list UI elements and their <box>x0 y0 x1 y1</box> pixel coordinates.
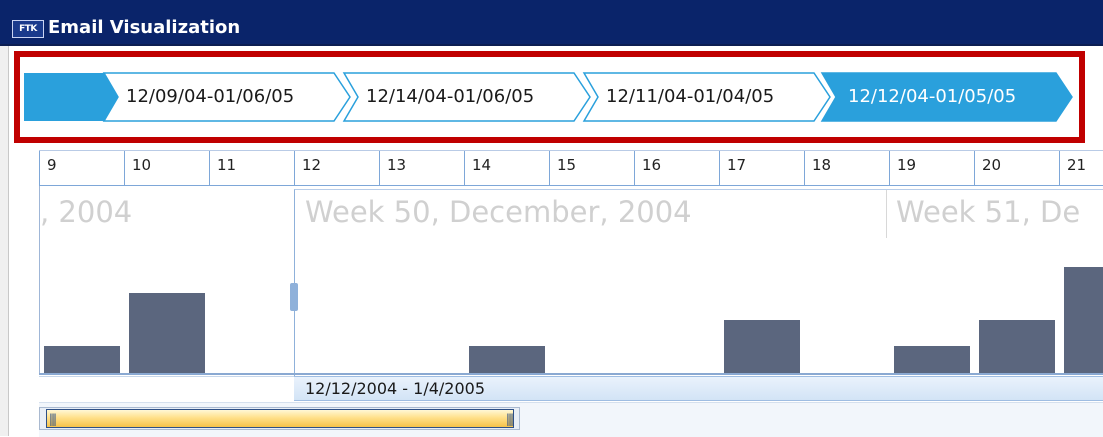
breadcrumb-label-2: 12/14/04-01/06/05 <box>366 86 535 107</box>
day-cell[interactable]: 13 <box>379 151 464 185</box>
scroll-grip-right-icon: ||| <box>505 412 514 426</box>
volume-bar[interactable] <box>894 346 970 373</box>
day-cell[interactable]: 9 <box>39 151 124 185</box>
chart-baseline <box>39 373 1103 375</box>
breadcrumb-item-root[interactable] <box>24 73 122 121</box>
volume-bar[interactable] <box>979 320 1055 373</box>
day-cell[interactable]: 16 <box>634 151 719 185</box>
day-cell[interactable]: 19 <box>889 151 974 185</box>
selection-drag-handle[interactable] <box>290 283 298 311</box>
ftk-logo-icon: FTK <box>12 20 44 38</box>
volume-bar[interactable] <box>724 320 800 373</box>
volume-bar[interactable] <box>44 346 120 373</box>
volume-bar[interactable] <box>1064 267 1103 373</box>
day-cell[interactable]: 12 <box>294 151 379 185</box>
left-frame <box>0 46 8 436</box>
day-cell[interactable]: 21 <box>1059 151 1103 185</box>
breadcrumb-label-3: 12/11/04-01/04/05 <box>606 86 775 107</box>
day-header-row: 9 10 11 12 13 14 15 16 17 18 19 20 21 <box>39 150 1103 187</box>
day-cell[interactable]: 18 <box>804 151 889 185</box>
breadcrumb-label-1: 12/09/04-01/06/05 <box>126 86 295 107</box>
title-bar: FTK Email Visualization <box>0 0 1103 46</box>
range-bar-left-empty <box>39 376 294 401</box>
scroll-grip-left-icon: ||| <box>48 412 57 426</box>
day-cell[interactable]: 17 <box>719 151 804 185</box>
day-cell[interactable]: 20 <box>974 151 1059 185</box>
breadcrumb: 12/09/04-01/06/05 12/14/04-01/06/05 12/1… <box>20 57 1079 137</box>
week-label-49: , 2004 <box>40 195 133 229</box>
day-cell[interactable]: 14 <box>464 151 549 185</box>
breadcrumb-highlight-frame: 12/09/04-01/06/05 12/14/04-01/06/05 12/1… <box>14 51 1085 143</box>
volume-bar[interactable] <box>129 293 205 373</box>
window-title: Email Visualization <box>48 17 241 38</box>
selected-range-label: 12/12/2004 - 1/4/2005 <box>305 379 486 398</box>
scrollbar-thumb[interactable] <box>46 409 514 428</box>
day-cell[interactable]: 15 <box>549 151 634 185</box>
day-cell[interactable]: 10 <box>124 151 209 185</box>
breadcrumb-label-4: 12/12/04-01/05/05 <box>848 86 1017 107</box>
day-cell[interactable]: 11 <box>209 151 294 185</box>
volume-bar[interactable] <box>469 346 545 373</box>
